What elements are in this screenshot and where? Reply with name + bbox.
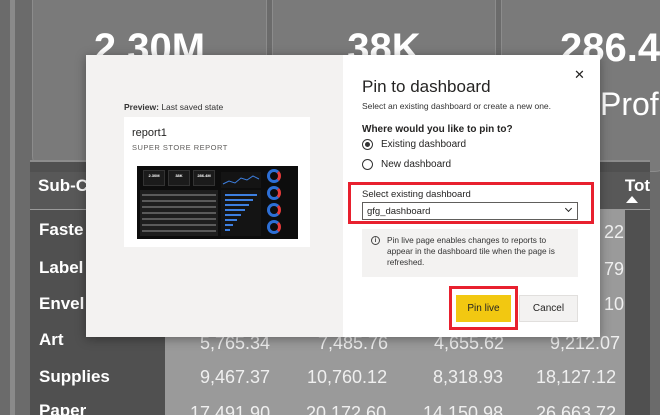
report-scrollbar[interactable] xyxy=(10,0,15,415)
pin-live-button[interactable]: Pin live xyxy=(456,295,511,322)
column-header-subcategory[interactable]: Sub-C xyxy=(38,176,88,196)
report-thumbnail: 2.30M 38K 286.4M xyxy=(137,166,298,239)
table-cell: 10,760.12 xyxy=(307,367,388,387)
table-cell: 10 xyxy=(603,294,624,314)
kpi-label: Profi xyxy=(600,86,660,122)
table-cell: 14,150.98 xyxy=(423,403,504,415)
thumbnail-kpi: 38K xyxy=(168,170,190,186)
thumbnail-kpi: 2.30M xyxy=(143,170,165,186)
thumbnail-bar-chart xyxy=(221,190,261,236)
radio-existing-dashboard[interactable]: Existing dashboard xyxy=(362,139,466,150)
table-row-label: Envel xyxy=(39,294,85,313)
chevron-down-icon[interactable] xyxy=(564,204,573,213)
pin-to-dashboard-dialog: Preview: Last saved state report1 SUPER … xyxy=(86,55,600,337)
info-message: i Pin live page enables changes to repor… xyxy=(362,229,578,277)
thumbnail-table xyxy=(140,190,218,236)
table-row-label: Supplies xyxy=(39,367,110,386)
dialog-subtitle: Select an existing dashboard or create a… xyxy=(362,101,552,111)
radio-checked-icon[interactable] xyxy=(362,139,373,150)
info-icon: i xyxy=(371,236,380,245)
radio-label: New dashboard xyxy=(381,159,452,170)
preview-pane: Preview: Last saved state report1 SUPER … xyxy=(86,55,343,337)
radio-label: Existing dashboard xyxy=(381,139,467,150)
table-cell: 18,127.12 xyxy=(536,367,617,387)
table-row-label: Faste xyxy=(39,220,84,239)
table-cell: 26,663.72 xyxy=(536,403,617,415)
preview-report-title: report1 xyxy=(132,127,167,139)
thumbnail-line-chart-svg xyxy=(222,175,260,185)
preview-label-rest: Last saved state xyxy=(158,102,224,112)
preview-label: Preview: Last saved state xyxy=(124,102,223,112)
table-row-label: Art xyxy=(39,330,64,349)
preview-label-bold: Preview: xyxy=(124,102,159,112)
thumbnail-donut-chart xyxy=(267,186,281,200)
thumbnail-donut-chart xyxy=(267,220,281,234)
table-cell: 79 xyxy=(603,259,624,279)
table-cell: 22 xyxy=(603,222,624,242)
info-message-text: Pin live page enables changes to reports… xyxy=(387,235,555,267)
dashboard-dropdown-value: gfg_dashboard xyxy=(367,206,431,217)
sort-ascending-icon[interactable] xyxy=(626,196,638,203)
table-cell: 17,491.90 xyxy=(190,403,271,415)
table-row-label: Paper xyxy=(39,401,87,415)
table-cell: 20,172.60 xyxy=(306,403,387,415)
select-dashboard-label: Select existing dashboard xyxy=(362,189,471,200)
preview-report-subtitle: SUPER STORE REPORT xyxy=(132,143,228,152)
radio-unchecked-icon[interactable] xyxy=(362,159,373,170)
thumbnail-line-chart xyxy=(221,172,261,188)
preview-card: report1 SUPER STORE REPORT 2.30M 38K 286… xyxy=(124,117,310,247)
thumbnail-donut-chart xyxy=(267,203,281,217)
thumbnail-donut-chart xyxy=(267,169,281,183)
dashboard-dropdown[interactable]: gfg_dashboard xyxy=(362,202,578,220)
table-cell: 9,467.37 xyxy=(200,367,271,387)
dialog-title: Pin to dashboard xyxy=(362,77,491,96)
cancel-button[interactable]: Cancel xyxy=(519,295,578,322)
column-header-total[interactable]: Tot xyxy=(625,176,650,196)
close-icon[interactable]: ✕ xyxy=(574,67,585,83)
radio-new-dashboard[interactable]: New dashboard xyxy=(362,159,451,170)
table-row-label: Label xyxy=(39,258,84,277)
pin-destination-question: Where would you like to pin to? xyxy=(362,124,513,135)
table-cell: 8,318.93 xyxy=(433,367,504,387)
thumbnail-kpi: 286.4M xyxy=(193,170,215,186)
